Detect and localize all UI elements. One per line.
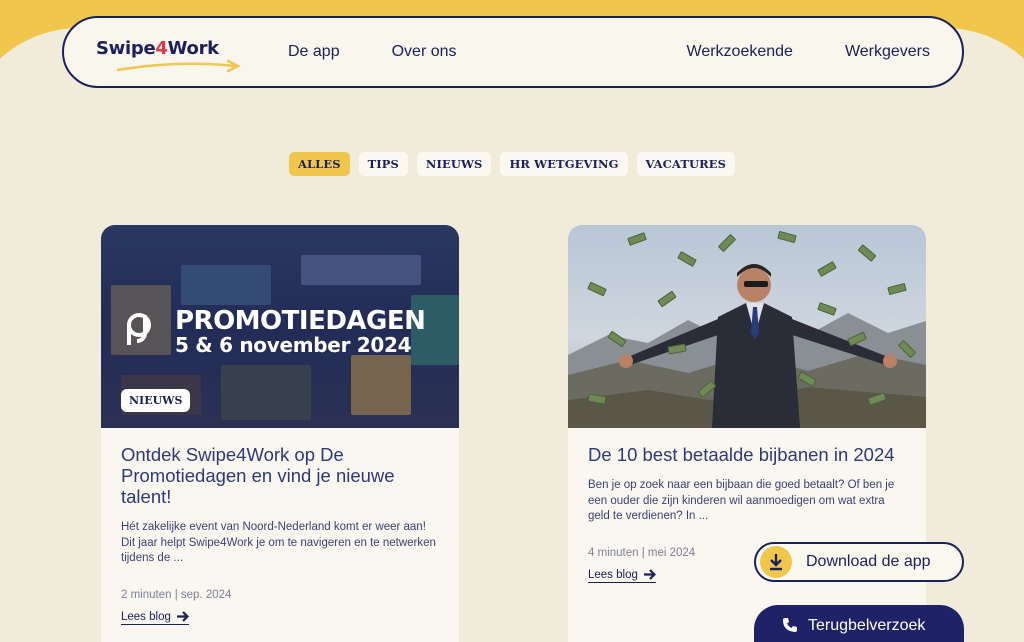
image-date: 5 & 6 november 2024	[175, 333, 412, 357]
read-more-link[interactable]: Lees blog	[121, 611, 189, 625]
read-more-link[interactable]: Lees blog	[588, 569, 656, 583]
nav-secondary: Werkzoekende Werkgevers	[687, 43, 931, 61]
read-more-label: Lees blog	[588, 568, 638, 581]
filter-alles[interactable]: ALLES	[288, 152, 350, 176]
filter-nieuws[interactable]: NIEUWS	[416, 152, 492, 176]
arrow-right-icon	[176, 611, 189, 622]
phone-icon	[783, 618, 797, 632]
blog-category-filters: ALLES TIPS NIEUWS HR WETGEVING VACATURES	[0, 152, 1024, 176]
card-excerpt: Ben je op zoek naar een bijbaan die goed…	[588, 479, 895, 522]
card-excerpt: Hét zakelijke event van Noord-Nederland …	[121, 521, 436, 564]
main-navbar: Swipe4Work De app Over ons Werkzoekende …	[62, 16, 964, 88]
logo-text: Swipe4Work	[96, 38, 219, 59]
nav-link-de-app[interactable]: De app	[288, 43, 340, 61]
callback-request-button[interactable]: Terugbelverzoek	[754, 605, 964, 642]
card-title[interactable]: De 10 best betaalde bijbanen in 2024	[588, 444, 906, 465]
card-image-money	[568, 225, 926, 428]
read-more-label: Lees blog	[121, 610, 171, 623]
promotiedagen-logo-icon	[127, 313, 152, 345]
callback-request-label: Terugbelverzoek	[808, 617, 926, 634]
image-title: PROMOTIEDAGEN	[175, 306, 426, 336]
download-app-button[interactable]: Download de app	[754, 542, 964, 582]
download-icon	[760, 546, 792, 578]
filter-vacatures[interactable]: VACATURES	[636, 152, 736, 176]
blog-card-promotiedagen[interactable]: PROMOTIEDAGEN 5 & 6 november 2024 NIEUWS…	[101, 225, 459, 642]
card-meta: 2 minuten | sep. 2024	[121, 588, 232, 601]
filter-hr-wetgeving[interactable]: HR WETGEVING	[500, 152, 628, 176]
nav-link-werkzoekende[interactable]: Werkzoekende	[687, 43, 793, 61]
nav-primary: De app Over ons	[288, 43, 457, 61]
nav-link-werkgevers[interactable]: Werkgevers	[845, 43, 930, 61]
logo-swoosh-icon	[116, 59, 241, 73]
category-badge: NIEUWS	[121, 389, 191, 412]
site-logo[interactable]: Swipe4Work	[96, 32, 246, 73]
filter-tips[interactable]: TIPS	[358, 152, 408, 176]
nav-link-over-ons[interactable]: Over ons	[392, 43, 457, 61]
card-image-event: PROMOTIEDAGEN 5 & 6 november 2024 NIEUWS	[101, 225, 459, 428]
download-app-label: Download de app	[806, 553, 931, 570]
arrow-right-icon	[643, 569, 656, 580]
card-title[interactable]: Ontdek Swipe4Work op De Promotiedagen en…	[121, 444, 439, 507]
